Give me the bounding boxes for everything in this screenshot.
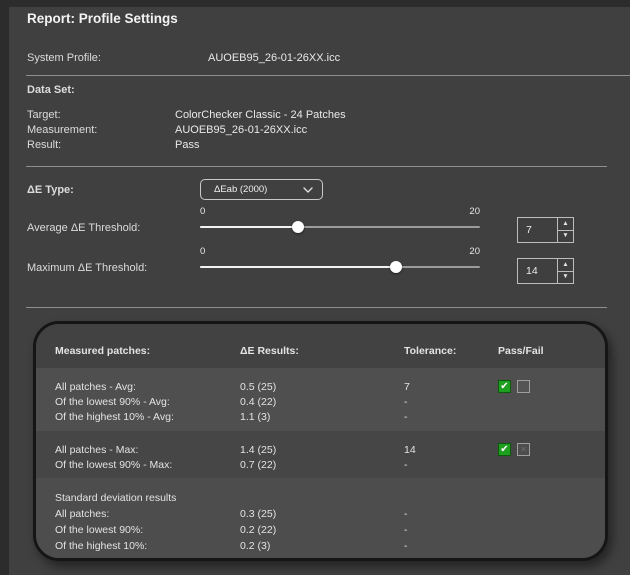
avg-results-group: All patches - Avg: 0.5 (25) 7 Of the low…: [36, 368, 605, 431]
row-result: 0.4 (22): [240, 395, 404, 410]
row-tolerance: -: [404, 458, 498, 473]
average-spinner: ▲ ▼: [557, 218, 573, 242]
spinner-up-icon[interactable]: ▲: [558, 259, 573, 271]
maximum-threshold-slider[interactable]: [200, 266, 480, 268]
maximum-spinner: ▲ ▼: [557, 259, 573, 283]
row-label: All patches - Max:: [55, 443, 240, 458]
target-label: Target:: [27, 109, 61, 121]
spinner-down-icon[interactable]: ▼: [558, 230, 573, 243]
average-threshold-label: Average ΔE Threshold:: [27, 222, 140, 234]
row-tolerance: [404, 490, 498, 506]
measurement-label: Measurement:: [27, 124, 97, 136]
report-results-card: Measured patches: ΔE Results: Tolerance:…: [33, 321, 608, 561]
page-title: Report: Profile Settings: [27, 11, 178, 26]
system-profile-value: AUOEB95_26-01-26XX.icc: [208, 52, 340, 64]
data-set-heading: Data Set:: [27, 84, 75, 96]
row-label: Of the highest 10%:: [55, 538, 240, 554]
maximum-threshold-label: Maximum ΔE Threshold:: [27, 262, 147, 274]
divider: [26, 166, 607, 167]
scale-min-label: 0: [200, 206, 205, 217]
row-result: 0.7 (22): [240, 458, 404, 473]
result-label: Result:: [27, 139, 61, 151]
measurement-value: AUOEB95_26-01-26XX.icc: [175, 124, 307, 136]
row-tolerance: 14: [404, 443, 498, 458]
spinner-down-icon[interactable]: ▼: [558, 271, 573, 284]
average-threshold-slider[interactable]: [200, 226, 480, 228]
row-tolerance: -: [404, 410, 498, 425]
profile-settings-panel: Report: Profile Settings System Profile:…: [9, 7, 630, 575]
maximum-threshold-input[interactable]: [518, 259, 557, 283]
target-value: ColorChecker Classic - 24 Patches: [175, 109, 346, 121]
std-dev-results-group: Standard deviation results All patches: …: [36, 478, 605, 558]
fail-checkbox-unchecked[interactable]: [517, 380, 530, 393]
col-header-tolerance: Tolerance:: [404, 344, 498, 359]
average-threshold-input[interactable]: [518, 218, 557, 242]
maximum-slider-scale: 0 20: [200, 246, 480, 257]
row-label: Standard deviation results: [55, 490, 240, 506]
pass-checkbox-checked[interactable]: ✔: [498, 380, 511, 393]
de-type-dropdown[interactable]: ΔEab (2000): [200, 179, 323, 200]
row-tolerance: -: [404, 395, 498, 410]
de-type-label: ΔE Type:: [27, 184, 74, 196]
col-header-de-results: ΔE Results:: [240, 344, 404, 359]
row-label: Of the lowest 90% - Avg:: [55, 395, 240, 410]
scale-min-label: 0: [200, 246, 205, 257]
row-result: 0.2 (3): [240, 538, 404, 554]
scale-max-label: 20: [469, 246, 480, 257]
spinner-up-icon[interactable]: ▲: [558, 218, 573, 230]
divider: [26, 75, 630, 76]
slider-fill: [200, 266, 396, 268]
row-label: Of the lowest 90%:: [55, 522, 240, 538]
row-result: 0.5 (25): [240, 380, 404, 395]
table-header-band: Measured patches: ΔE Results: Tolerance:…: [36, 324, 605, 368]
de-type-selected-value: ΔEab (2000): [214, 184, 267, 195]
row-result: 0.3 (25): [240, 506, 404, 522]
row-label: Of the lowest 90% - Max:: [55, 458, 240, 473]
average-slider-scale: 0 20: [200, 206, 480, 217]
row-tolerance: -: [404, 506, 498, 522]
row-tolerance: -: [404, 522, 498, 538]
row-label: All patches:: [55, 506, 240, 522]
col-header-measured-patches: Measured patches:: [55, 344, 240, 359]
row-result: 1.4 (25): [240, 443, 404, 458]
row-result: [240, 490, 404, 506]
maximum-threshold-numbox: ▲ ▼: [517, 258, 574, 284]
chevron-down-icon: [303, 187, 313, 193]
row-tolerance: 7: [404, 380, 498, 395]
average-slider-thumb[interactable]: [292, 221, 304, 233]
maximum-slider-thumb[interactable]: [390, 261, 402, 273]
max-pass-fail-checkboxes: ✔ ✕: [498, 443, 530, 456]
pass-checkbox-checked[interactable]: ✔: [498, 443, 511, 456]
average-threshold-numbox: ▲ ▼: [517, 217, 574, 243]
row-result: 1.1 (3): [240, 410, 404, 425]
row-label: All patches - Avg:: [55, 380, 240, 395]
row-result: 0.2 (22): [240, 522, 404, 538]
divider: [26, 307, 607, 308]
row-label: Of the highest 10% - Avg:: [55, 410, 240, 425]
system-profile-label: System Profile:: [27, 52, 101, 64]
avg-pass-fail-checkboxes: ✔: [498, 380, 530, 393]
result-value: Pass: [175, 139, 199, 151]
row-tolerance: -: [404, 538, 498, 554]
scale-max-label: 20: [469, 206, 480, 217]
slider-fill: [200, 226, 298, 228]
fail-checkbox-unchecked[interactable]: ✕: [517, 443, 530, 456]
col-header-pass-fail: Pass/Fail: [498, 344, 605, 359]
